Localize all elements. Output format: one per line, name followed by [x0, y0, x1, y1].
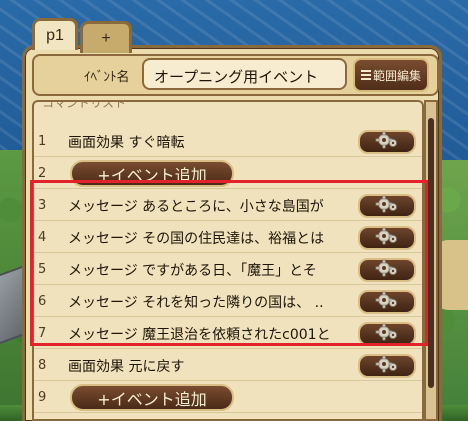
row-number: 6 [38, 294, 47, 309]
command-settings-button[interactable] [358, 258, 416, 282]
command-settings-button[interactable] [358, 194, 416, 218]
event-name-label: ｲﾍﾞﾝﾄ名 [84, 70, 130, 85]
command-row[interactable]: 7 メッセージ 魔王退治を依頼されたc001と [34, 318, 422, 349]
gear-icon [374, 195, 400, 217]
row-number: 1 [38, 134, 47, 149]
row-number: 4 [38, 230, 47, 245]
row-number: 2 [38, 166, 47, 181]
command-text: メッセージ ですがある日、「魔王」とそ [68, 263, 317, 279]
command-text: メッセージ あるところに、小さな島国が [68, 199, 324, 215]
command-row[interactable]: 6 メッセージ それを知った隣りの国は、 .. [34, 286, 422, 317]
command-text: 画面効果 すぐ暗転 [68, 135, 185, 151]
command-row[interactable]: 1 画面効果 すぐ暗転 [34, 126, 422, 157]
tab-page-1[interactable]: p1 [32, 18, 78, 50]
edit-range-label: 範囲編集 [372, 68, 421, 83]
row-number: 9 [38, 390, 47, 405]
command-list[interactable]: コマンドリスト 1 画面効果 すぐ暗転 2 +イベント追加 3 メッセージ あるところに、… [32, 100, 424, 421]
list-icon [360, 70, 371, 80]
event-name-input[interactable]: オープニング用イベント [142, 58, 347, 90]
gear-icon [374, 291, 400, 313]
command-settings-button[interactable] [358, 322, 416, 346]
command-settings-button[interactable] [358, 226, 416, 250]
gear-icon [374, 259, 400, 281]
command-settings-button[interactable] [358, 354, 416, 378]
row-number: 7 [38, 326, 47, 341]
add-event-button[interactable]: +イベント追加 [70, 160, 234, 187]
gear-icon [374, 131, 400, 153]
command-text: メッセージ その国の住民達は、裕福とは [68, 231, 325, 247]
command-settings-button[interactable] [358, 290, 416, 314]
command-row[interactable]: 8 画面効果 元に戻す [34, 350, 422, 381]
command-text: メッセージ 魔王退治を依頼されたc001と [68, 327, 331, 343]
command-row[interactable]: 9 +イベント追加 [34, 382, 422, 413]
scroll-thumb[interactable] [428, 118, 434, 388]
command-list-title: コマンドリスト [42, 100, 127, 110]
row-number: 8 [38, 358, 47, 373]
command-row[interactable]: 5 メッセージ ですがある日、「魔王」とそ [34, 254, 422, 285]
add-event-button[interactable]: +イベント追加 [70, 384, 234, 411]
gear-icon [374, 323, 400, 345]
command-row[interactable]: 3 メッセージ あるところに、小さな島国が [34, 190, 422, 221]
command-text: メッセージ それを知った隣りの国は、 .. [68, 295, 324, 311]
command-settings-button[interactable] [358, 130, 416, 154]
command-row[interactable]: 4 メッセージ その国の住民達は、裕福とは [34, 222, 422, 253]
command-text: 画面効果 元に戻す [68, 359, 185, 375]
row-number: 3 [38, 198, 47, 213]
command-list-scrollbar[interactable] [424, 100, 438, 421]
gear-icon [374, 355, 400, 377]
edit-range-button[interactable]: 範囲編集 [353, 58, 429, 92]
tab-add-page[interactable]: + [80, 21, 132, 53]
command-row[interactable]: 2 +イベント追加 [34, 158, 422, 189]
gear-icon [374, 227, 400, 249]
row-number: 5 [38, 262, 47, 277]
